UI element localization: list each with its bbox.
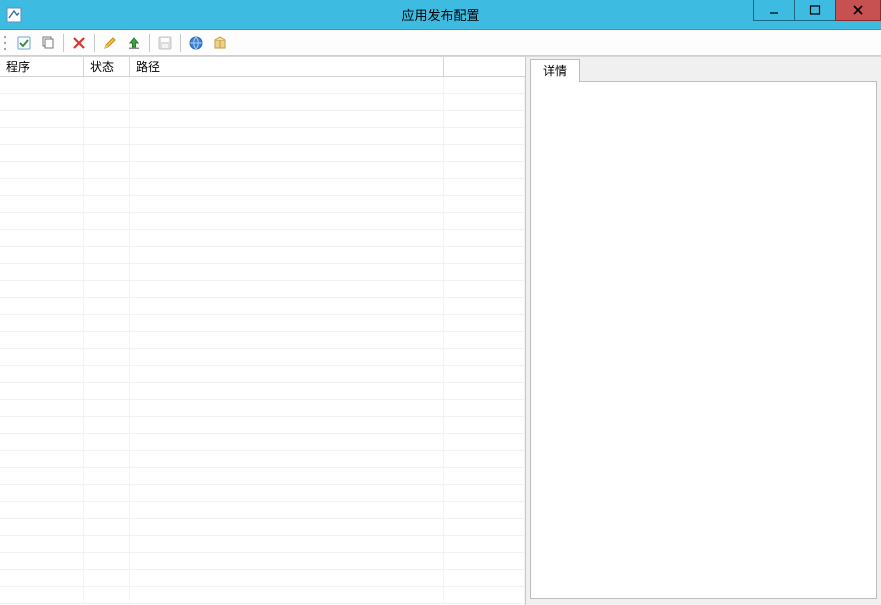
left-pane: 程序 状态 路径: [0, 57, 526, 605]
table-row[interactable]: [0, 315, 525, 332]
tab-strip: 详情: [530, 59, 877, 81]
table-row[interactable]: [0, 502, 525, 519]
table-row[interactable]: [0, 179, 525, 196]
toolbar-separator: [63, 34, 64, 52]
toolbar-separator: [94, 34, 95, 52]
toolbar-grip: [4, 34, 9, 52]
table-row[interactable]: [0, 553, 525, 570]
upload-button[interactable]: [123, 32, 145, 54]
table-row[interactable]: [0, 213, 525, 230]
minimize-button[interactable]: [753, 0, 795, 21]
maximize-button[interactable]: [794, 0, 836, 21]
table-row[interactable]: [0, 94, 525, 111]
table-row[interactable]: [0, 434, 525, 451]
table-row[interactable]: [0, 196, 525, 213]
toolbar: [0, 30, 881, 56]
table-row[interactable]: [0, 332, 525, 349]
column-header-extra[interactable]: [444, 57, 525, 76]
table-row[interactable]: [0, 366, 525, 383]
table-row[interactable]: [0, 570, 525, 587]
copy-button[interactable]: [37, 32, 59, 54]
pencil-icon: [102, 35, 118, 51]
table-row[interactable]: [0, 417, 525, 434]
table-row[interactable]: [0, 145, 525, 162]
toolbar-separator: [149, 34, 150, 52]
table-row[interactable]: [0, 349, 525, 366]
table-row[interactable]: [0, 298, 525, 315]
delete-icon: [71, 35, 87, 51]
table-row[interactable]: [0, 536, 525, 553]
globe-icon: [188, 35, 204, 51]
table-row[interactable]: [0, 230, 525, 247]
right-pane: 详情: [526, 57, 881, 605]
upload-icon: [126, 35, 142, 51]
table-header: 程序 状态 路径: [0, 57, 525, 77]
web-button[interactable]: [185, 32, 207, 54]
edit-button[interactable]: [99, 32, 121, 54]
app-icon: [6, 7, 22, 23]
table-row[interactable]: [0, 451, 525, 468]
tab-details[interactable]: 详情: [530, 59, 580, 82]
table-row[interactable]: [0, 247, 525, 264]
window-title: 应用发布配置: [0, 5, 881, 24]
table-row[interactable]: [0, 281, 525, 298]
checklist-icon: [16, 35, 32, 51]
box-icon: [212, 35, 228, 51]
package-button[interactable]: [209, 32, 231, 54]
table-row[interactable]: [0, 128, 525, 145]
table-row[interactable]: [0, 400, 525, 417]
window-controls: [753, 0, 881, 29]
details-panel: [530, 81, 877, 599]
column-header-status[interactable]: 状态: [84, 57, 130, 76]
table-row[interactable]: [0, 587, 525, 604]
table-row[interactable]: [0, 468, 525, 485]
table-row[interactable]: [0, 111, 525, 128]
table-row[interactable]: [0, 264, 525, 281]
toolbar-separator: [180, 34, 181, 52]
delete-button[interactable]: [68, 32, 90, 54]
checklist-button[interactable]: [13, 32, 35, 54]
table-row[interactable]: [0, 485, 525, 502]
save-icon: [157, 35, 173, 51]
main-area: 程序 状态 路径 详情: [0, 56, 881, 605]
table-row[interactable]: [0, 77, 525, 94]
column-header-path[interactable]: 路径: [130, 57, 444, 76]
copy-icon: [40, 35, 56, 51]
save-button[interactable]: [154, 32, 176, 54]
title-bar: 应用发布配置: [0, 0, 881, 30]
column-header-program[interactable]: 程序: [0, 57, 84, 76]
table-row[interactable]: [0, 519, 525, 536]
table-body[interactable]: [0, 77, 525, 605]
table-row[interactable]: [0, 383, 525, 400]
close-button[interactable]: [835, 0, 881, 21]
table-row[interactable]: [0, 162, 525, 179]
